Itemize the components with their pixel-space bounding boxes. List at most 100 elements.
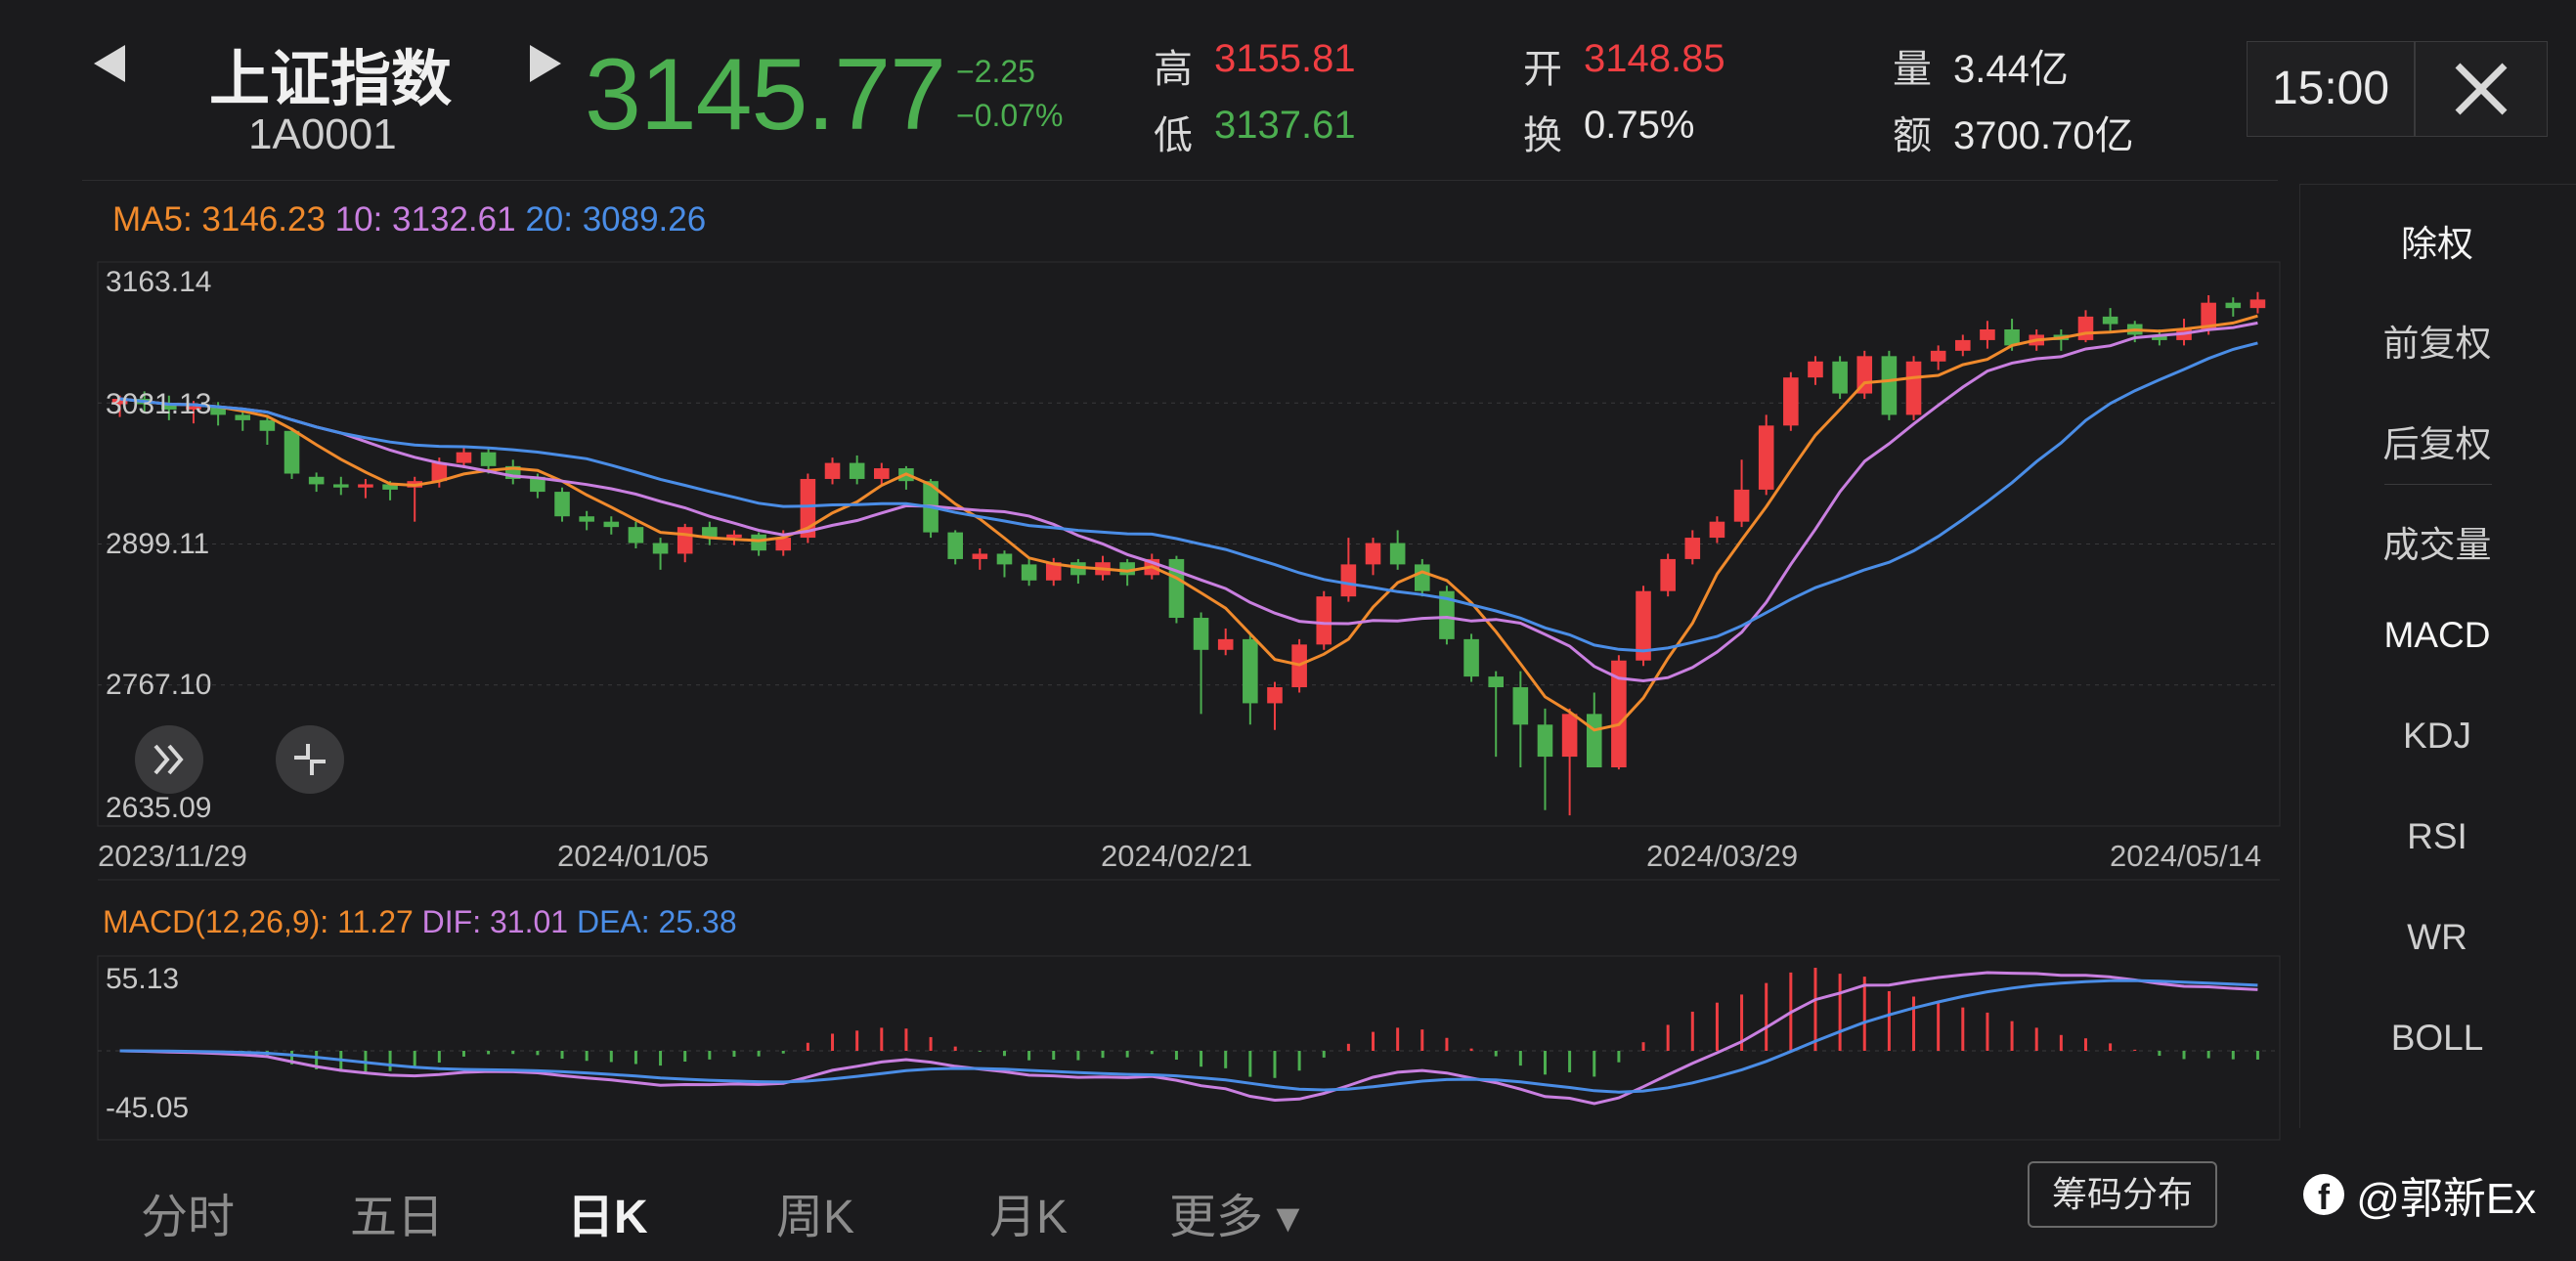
- candle-body: [1365, 543, 1381, 565]
- shrink-chart-button[interactable]: [276, 725, 344, 794]
- shrink-arrows-icon: [294, 744, 326, 775]
- side-item-backward-adjusted[interactable]: 后复权: [2300, 414, 2574, 467]
- candle-body: [1930, 350, 1946, 362]
- candle-body: [972, 553, 988, 559]
- tab-daily-k[interactable]: 日K: [567, 1178, 648, 1246]
- candle-body: [1709, 521, 1725, 539]
- candle-body: [1488, 676, 1504, 688]
- date-axis-label: 2024/02/21: [1101, 839, 1253, 873]
- date-axis-label: 2023/11/29: [98, 839, 247, 873]
- facebook-icon: f: [2303, 1174, 2344, 1217]
- date-axis-label: 2024/01/05: [557, 839, 710, 873]
- candle-body: [1881, 356, 1898, 415]
- macd-value: MACD(12,26,9): 11.27: [103, 904, 414, 939]
- candle-body: [456, 452, 472, 463]
- candle-body: [1512, 687, 1529, 725]
- dif-value: DIF: 31.01: [421, 904, 569, 939]
- candle-body: [1758, 425, 1774, 490]
- tab-weekly-k[interactable]: 周K: [776, 1178, 854, 1246]
- candle-body: [1463, 638, 1479, 677]
- double-chevron-right-icon: [153, 744, 184, 775]
- side-item-volume[interactable]: 成交量: [2300, 515, 2574, 568]
- side-item-wr[interactable]: WR: [2300, 917, 2574, 958]
- date-axis-label: 2024/03/29: [1646, 839, 1799, 873]
- candle-body: [1537, 724, 1553, 758]
- candle-body: [1415, 564, 1430, 591]
- candle-body: [2225, 302, 2242, 309]
- price-axis-label: 2767.10: [106, 669, 212, 701]
- candle-body: [603, 521, 620, 528]
- candle-body: [1684, 538, 1701, 559]
- candle-body: [358, 484, 373, 488]
- chip-distribution-button[interactable]: 筹码分布: [2028, 1161, 2217, 1228]
- macd-axis-label: 55.13: [106, 963, 180, 995]
- tab-more[interactable]: 更多 ▾: [1169, 1178, 1299, 1246]
- candle-body: [1340, 564, 1357, 597]
- side-divider: [2384, 484, 2492, 485]
- watermark-text: @郭新Ex: [2356, 1175, 2537, 1223]
- candle-body: [554, 492, 570, 517]
- candle-body: [1193, 618, 1209, 650]
- candle-body: [751, 534, 766, 551]
- candle-body: [1021, 564, 1037, 581]
- tab-monthly-k[interactable]: 月K: [989, 1178, 1068, 1246]
- candle-body: [1660, 558, 1676, 591]
- price-axis-label: 3031.13: [106, 388, 212, 420]
- candle-body: [824, 462, 841, 479]
- price-axis-label: 2635.09: [106, 792, 212, 824]
- tab-intraday[interactable]: 分时: [141, 1178, 235, 1246]
- candle-body: [235, 414, 251, 420]
- indicator-side-panel: 除权 前复权 后复权 成交量 MACD KDJ RSI WR BOLL: [2299, 184, 2576, 1128]
- candle-body: [874, 468, 890, 479]
- macd-panel-frame: [97, 955, 2281, 1141]
- candle-body: [1267, 687, 1283, 704]
- candle-body: [2077, 316, 2094, 340]
- candle-body: [1733, 489, 1750, 522]
- app-root: 上证指数 1A0001 3145.77 −2.25 −0.07% 高 3155.…: [0, 0, 2576, 1261]
- candle-body: [579, 516, 594, 522]
- candle-body: [1217, 638, 1234, 650]
- candle-body: [1316, 596, 1332, 645]
- candle-body: [1243, 638, 1258, 704]
- price-axis-label: 2899.11: [106, 528, 210, 560]
- candle-body: [333, 484, 349, 488]
- candle-body: [1586, 714, 1602, 767]
- candle-body: [284, 430, 300, 474]
- candle-body: [1783, 377, 1799, 426]
- candle-body: [1955, 339, 1971, 351]
- candle-body: [996, 553, 1013, 565]
- side-item-rsi[interactable]: RSI: [2300, 816, 2574, 857]
- candle-body: [726, 534, 742, 539]
- side-item-macd[interactable]: MACD: [2300, 615, 2574, 656]
- candle-body: [677, 527, 693, 554]
- candle-body: [480, 452, 497, 466]
- macd-axis-label: -45.05: [106, 1092, 190, 1124]
- candle-body: [849, 462, 865, 479]
- candle-body: [1905, 361, 1922, 415]
- candle-body: [1832, 361, 1848, 394]
- candlestick-chart[interactable]: [0, 0, 2576, 1261]
- expand-chart-button[interactable]: [135, 725, 203, 794]
- candle-body: [652, 543, 669, 554]
- candle-body: [1389, 543, 1406, 565]
- candle-body: [628, 527, 644, 544]
- price-axis-label: 3163.14: [106, 266, 212, 298]
- date-axis-label: 2024/05/14: [2110, 839, 2262, 873]
- candle-body: [947, 532, 963, 559]
- watermark: f @郭新Ex: [2303, 1163, 2536, 1226]
- side-item-kdj[interactable]: KDJ: [2300, 716, 2574, 757]
- dea-value: DEA: 25.38: [576, 904, 737, 939]
- candle-body: [1980, 328, 1995, 340]
- candle-body: [1561, 714, 1578, 758]
- candle-body: [259, 419, 276, 431]
- side-item-boll[interactable]: BOLL: [2300, 1018, 2574, 1059]
- candle-body: [308, 476, 325, 485]
- tab-five-day[interactable]: 五日: [350, 1178, 444, 1246]
- side-item-forward-adjusted[interactable]: 前复权: [2300, 314, 2574, 367]
- candle-body: [1808, 361, 1823, 378]
- ma20-line: [119, 341, 2258, 653]
- side-item-ex-rights[interactable]: 除权: [2300, 214, 2574, 267]
- ma5-line: [119, 314, 2258, 732]
- macd-legend: MACD(12,26,9): 11.27 DIF: 31.01 DEA: 25.…: [103, 904, 737, 940]
- candle-body: [2102, 316, 2118, 325]
